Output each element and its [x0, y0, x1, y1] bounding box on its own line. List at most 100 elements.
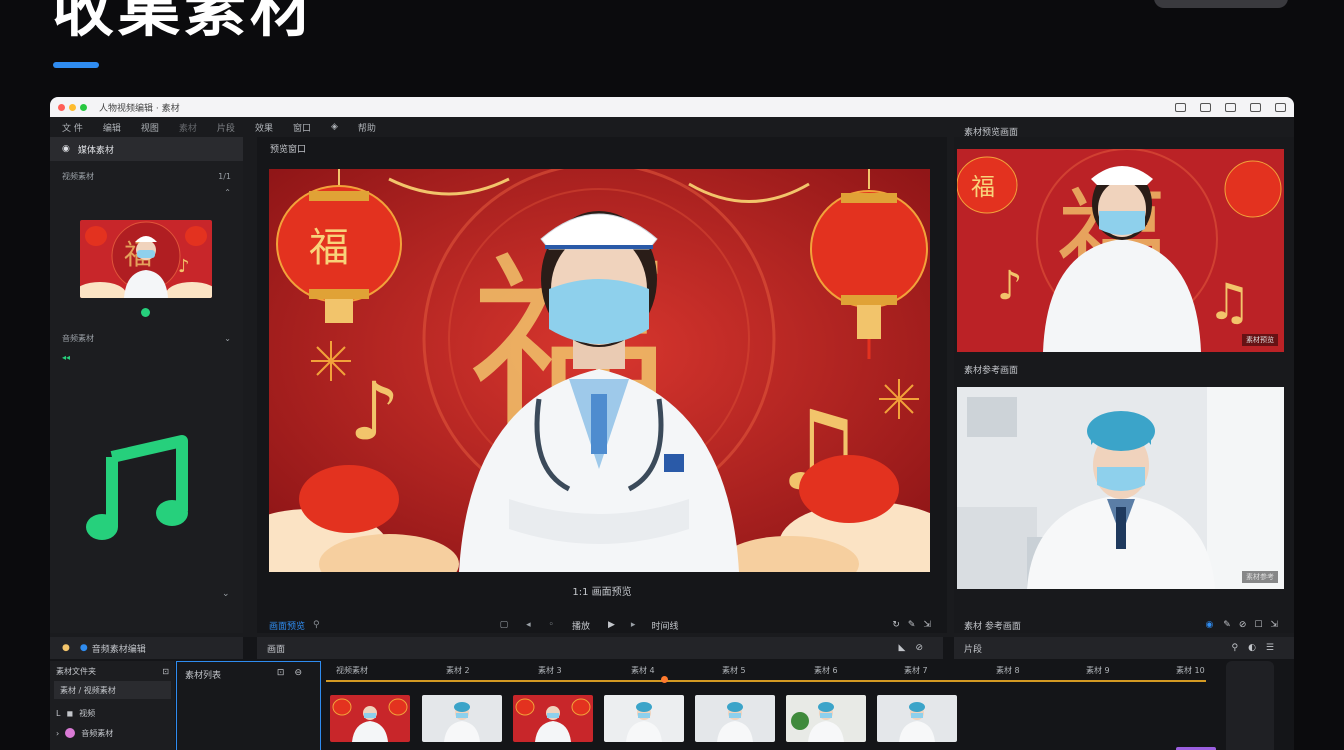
flag-icon[interactable]	[1225, 102, 1236, 112]
track-controls[interactable]	[1226, 661, 1274, 750]
clip-label: 素材 8	[996, 666, 1020, 675]
timeline-track[interactable]: 视频素材 素材 2 素材 3 素材 4 素材 5 素材 6 素材 7 素材 8 …	[326, 661, 1294, 750]
timeline-clip[interactable]	[422, 695, 502, 742]
folder-tree-header[interactable]: 素材文件夹 ⊡	[50, 661, 175, 681]
folder-icon[interactable]: ⊡	[162, 667, 169, 676]
preview-caption: 1:1 画面预览	[572, 587, 632, 598]
tool-icons[interactable]: ↻✎⇲	[892, 620, 939, 630]
timeline-clip[interactable]	[330, 695, 410, 742]
audio-edit-label: 音频素材编辑	[91, 644, 146, 655]
festive-clip	[330, 695, 410, 742]
timeline-clip[interactable]	[604, 695, 684, 742]
festive-nurse-image: 福 福 ♪ ♫	[269, 169, 930, 572]
clip-list-title: 素材列表	[185, 671, 222, 681]
clip-list-icons[interactable]: ⊡⊖	[277, 668, 312, 681]
window-icon[interactable]	[1275, 102, 1286, 112]
folder-tree-path[interactable]: 素材 / 视频素材	[54, 681, 171, 699]
tree-item-video-label: 视频	[79, 708, 96, 718]
timeline-clip[interactable]	[513, 695, 593, 742]
chat-icon[interactable]	[1175, 102, 1186, 112]
svg-text:♪: ♪	[349, 365, 400, 458]
main-preview[interactable]: 福 福 ♪ ♫	[269, 169, 930, 572]
record-icon[interactable]: ◉	[1205, 620, 1213, 630]
chevron-up-icon[interactable]: ⌃	[224, 188, 231, 197]
reference-image-1[interactable]: 福 福 ♪ ♫ 素材预览	[957, 149, 1284, 352]
media-panel-header[interactable]: ◉ 媒体素材	[50, 137, 243, 161]
timeline-label[interactable]: 时间线	[651, 619, 678, 632]
menu-item-window[interactable]: 窗口	[293, 121, 311, 134]
clip-label: 素材 6	[814, 666, 838, 675]
strip-icons[interactable]: ◣⊘	[899, 643, 933, 653]
preview-tab-label[interactable]: 画面预览	[269, 619, 305, 632]
clinic-clip	[695, 695, 775, 742]
window-title: 人物视频编辑 · 素材	[99, 103, 180, 114]
svg-text:♫: ♫	[1207, 273, 1252, 331]
title-bar: 人物视频编辑 · 素材	[50, 97, 1294, 117]
clip-label: 素材 7	[904, 666, 928, 675]
timeline-clip[interactable]	[786, 695, 866, 742]
menu-item-file[interactable]: 文 件	[62, 121, 83, 134]
menu-item-edit[interactable]: 编辑	[103, 121, 121, 134]
menu-item-view[interactable]: 视图	[141, 121, 159, 134]
audio-section-label: 音频素材	[62, 333, 94, 343]
video-thumbnail[interactable]: 福 ♪	[80, 220, 212, 298]
video-section-row[interactable]: 视频素材 1/1	[50, 165, 243, 187]
close-dot[interactable]	[58, 103, 65, 111]
reference-image-2[interactable]: 素材参考	[957, 387, 1284, 589]
clinic-plant-clip	[786, 695, 866, 742]
menu-item-clip[interactable]: 片段	[217, 121, 235, 134]
camera-icon: ◼	[66, 708, 74, 718]
top-right-pill[interactable]	[1154, 0, 1288, 8]
shield-icon[interactable]: ◈	[331, 122, 338, 132]
audio-edit-tab[interactable]: ● ● 音频素材编辑	[50, 637, 243, 659]
music-note-icon[interactable]	[84, 427, 194, 547]
maximize-dot[interactable]	[80, 103, 87, 111]
clip-label: 素材 2	[446, 666, 470, 675]
editor-window: 人物视频编辑 · 素材 文 件 编辑 视图 素材 片段 效果 窗口 ◈ 帮助 ◉…	[50, 97, 1294, 750]
menu-item-media[interactable]: 素材	[179, 121, 197, 134]
hero-underline	[53, 62, 99, 68]
menu-bar: 文 件 编辑 视图 素材 片段 效果 窗口 ◈ 帮助	[50, 117, 950, 137]
step-back-icon[interactable]: ◂	[526, 620, 531, 630]
clip-label: 素材 5	[722, 666, 746, 675]
tree-item-audio[interactable]: › 音频素材	[50, 723, 175, 743]
menu-item-effects[interactable]: 效果	[255, 121, 273, 134]
preview-transport-bar: 画面预览 ⚲ ▢ ◂ ◦ 播放 ▶ ▸ 时间线 ↻✎⇲	[257, 614, 947, 636]
audio-section-row[interactable]: 音频素材 ⌄	[50, 331, 243, 345]
chevron-down-icon[interactable]: ⌄	[224, 334, 231, 343]
playhead-handle[interactable]	[661, 676, 668, 683]
tree-item-video[interactable]: L ◼ 视频	[50, 703, 175, 723]
chevron-down-icon[interactable]: ⌄	[222, 589, 230, 599]
festive-clip	[513, 695, 593, 742]
center-strip-label: 画面	[267, 644, 286, 655]
minimize-dot[interactable]	[69, 103, 76, 111]
layers-icon[interactable]	[1200, 102, 1211, 112]
festive-nurse-ref: 福 福 ♪ ♫	[957, 149, 1284, 352]
timeline-area: ● ● 音频素材编辑 画面 ◣⊘ 片段 ⚲◐☰ 素材文件夹 ⊡ 素材 / 视频素…	[50, 637, 1294, 750]
center-strip: 画面 ◣⊘	[257, 637, 943, 659]
timeline-ruler[interactable]	[326, 680, 1206, 682]
tree-branch-icon: L	[56, 708, 61, 718]
right-strip-label: 片段	[964, 644, 983, 655]
preview-title: 预览窗口	[270, 145, 307, 155]
clip-list-header[interactable]: 素材列表 ⊡⊖	[177, 662, 320, 687]
audio-blue-dot-icon: ●	[79, 643, 88, 653]
frame-icon[interactable]: ▢	[500, 620, 509, 630]
clip-label: 素材 9	[1086, 666, 1110, 675]
prev-icon[interactable]: ◦	[549, 620, 554, 630]
play-icon[interactable]: ▶	[608, 620, 615, 630]
timeline-clip[interactable]	[695, 695, 775, 742]
calendar-icon[interactable]	[1250, 102, 1261, 112]
eye-icon[interactable]: ◉	[62, 144, 70, 154]
menu-item-help[interactable]: 帮助	[358, 121, 376, 134]
reference-tool-icons[interactable]: ✎⊘☐⇲	[1223, 620, 1286, 630]
right-strip-icons[interactable]: ⚲◐☰	[1231, 643, 1284, 653]
right-strip: 片段 ⚲◐☰	[954, 637, 1294, 659]
pin-icon[interactable]: ⚲	[313, 620, 320, 630]
reference-badge-1: 素材预览	[1242, 334, 1278, 346]
step-forward-icon[interactable]: ▸	[631, 620, 636, 630]
clinic-nurse-ref	[957, 387, 1284, 589]
timeline-clip[interactable]	[877, 695, 957, 742]
clip-label: 素材 4	[631, 666, 655, 675]
play-label[interactable]: 播放	[572, 619, 590, 632]
